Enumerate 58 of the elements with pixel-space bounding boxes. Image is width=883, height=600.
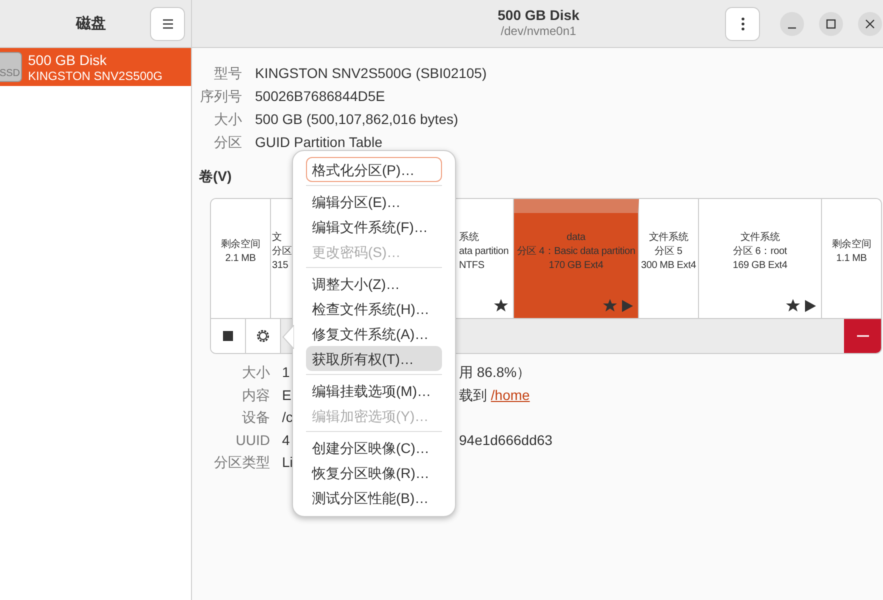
detail-value: 1 <box>282 363 290 382</box>
detail-value: /c <box>282 408 293 427</box>
detail-label: 内容 <box>241 386 270 404</box>
settings-icon <box>255 328 271 344</box>
section-title: 卷(V) <box>199 167 232 185</box>
detail-label: UUID <box>234 430 270 450</box>
detail-label: 大小 <box>241 363 270 382</box>
menu-item[interactable]: 检查文件系统(H)… <box>306 296 442 321</box>
stop-icon <box>223 331 233 341</box>
sidebar-title: 磁盘 <box>76 14 106 33</box>
menu-item[interactable]: 获取所有权(T)… <box>306 346 442 371</box>
info-label: 分区 <box>214 133 242 152</box>
close-icon <box>865 18 875 28</box>
maximize-icon <box>826 18 836 28</box>
menu-item[interactable]: 编辑分区(E)… <box>306 189 442 214</box>
menu-button[interactable] <box>150 6 185 40</box>
detail-value: 载到 <box>459 386 488 402</box>
more-icon <box>740 16 744 30</box>
menu-item[interactable]: 编辑文件系统(F)… <box>306 214 442 239</box>
info-value: 500 GB (500,107,862,016 bytes) <box>255 110 458 129</box>
partition-segment[interactable]: 文件系统 分区 5 300 MB Ext4 <box>639 199 699 318</box>
stop-button[interactable] <box>211 319 246 353</box>
detail-label: 设备 <box>241 408 270 427</box>
minimize-icon <box>788 26 796 28</box>
detail-label: 分区类型 <box>213 453 270 472</box>
menu-item[interactable]: 编辑挂载选项(M)… <box>306 378 442 403</box>
star-icon <box>786 299 800 312</box>
window-title: 500 GB Disk <box>498 6 580 24</box>
detail-value: E <box>282 386 292 404</box>
info-value: KINGSTON SNV2S500G (SBI02105) <box>255 64 487 83</box>
star-icon <box>494 299 508 312</box>
drive-item[interactable]: SSD 500 GB Disk KINGSTON SNV2S500G <box>0 48 191 86</box>
partition-segment[interactable]: 剩余空间 2.1 MB <box>211 199 271 318</box>
info-value: 50026B7686844D5E <box>255 87 386 106</box>
window-subtitle: /dev/nvme0n1 <box>500 24 576 39</box>
info-label: 序列号 <box>200 87 242 106</box>
menu-item[interactable]: 恢复分区映像(R)… <box>306 460 442 485</box>
info-value: GUID Partition Table <box>255 133 382 152</box>
info-label: 型号 <box>214 64 242 83</box>
detail-value: 用 86.8%） <box>459 364 531 380</box>
menu-item[interactable]: 创建分区映像(C)… <box>306 435 442 460</box>
menu-item[interactable]: 格式化分区(P)… <box>306 157 442 182</box>
mount-link[interactable]: /home <box>490 386 530 402</box>
play-icon <box>622 300 633 312</box>
menu-item[interactable]: 测试分区性能(B)… <box>306 485 442 510</box>
close-button[interactable] <box>858 12 882 36</box>
drive-icon: SSD <box>0 52 22 82</box>
maximize-button[interactable] <box>819 12 843 36</box>
detail-value: 94e1d666dd63 <box>459 432 552 448</box>
detail-value: 4 <box>282 430 290 450</box>
info-label: 大小 <box>214 110 242 129</box>
menu-item[interactable]: 调整大小(Z)… <box>306 271 442 296</box>
star-icon <box>603 299 617 312</box>
menu-item[interactable]: 修复文件系统(A)… <box>306 321 442 346</box>
menu-icon <box>162 18 174 28</box>
play-icon <box>805 300 816 312</box>
minus-icon <box>856 335 868 337</box>
detail-value: Li <box>282 453 293 472</box>
